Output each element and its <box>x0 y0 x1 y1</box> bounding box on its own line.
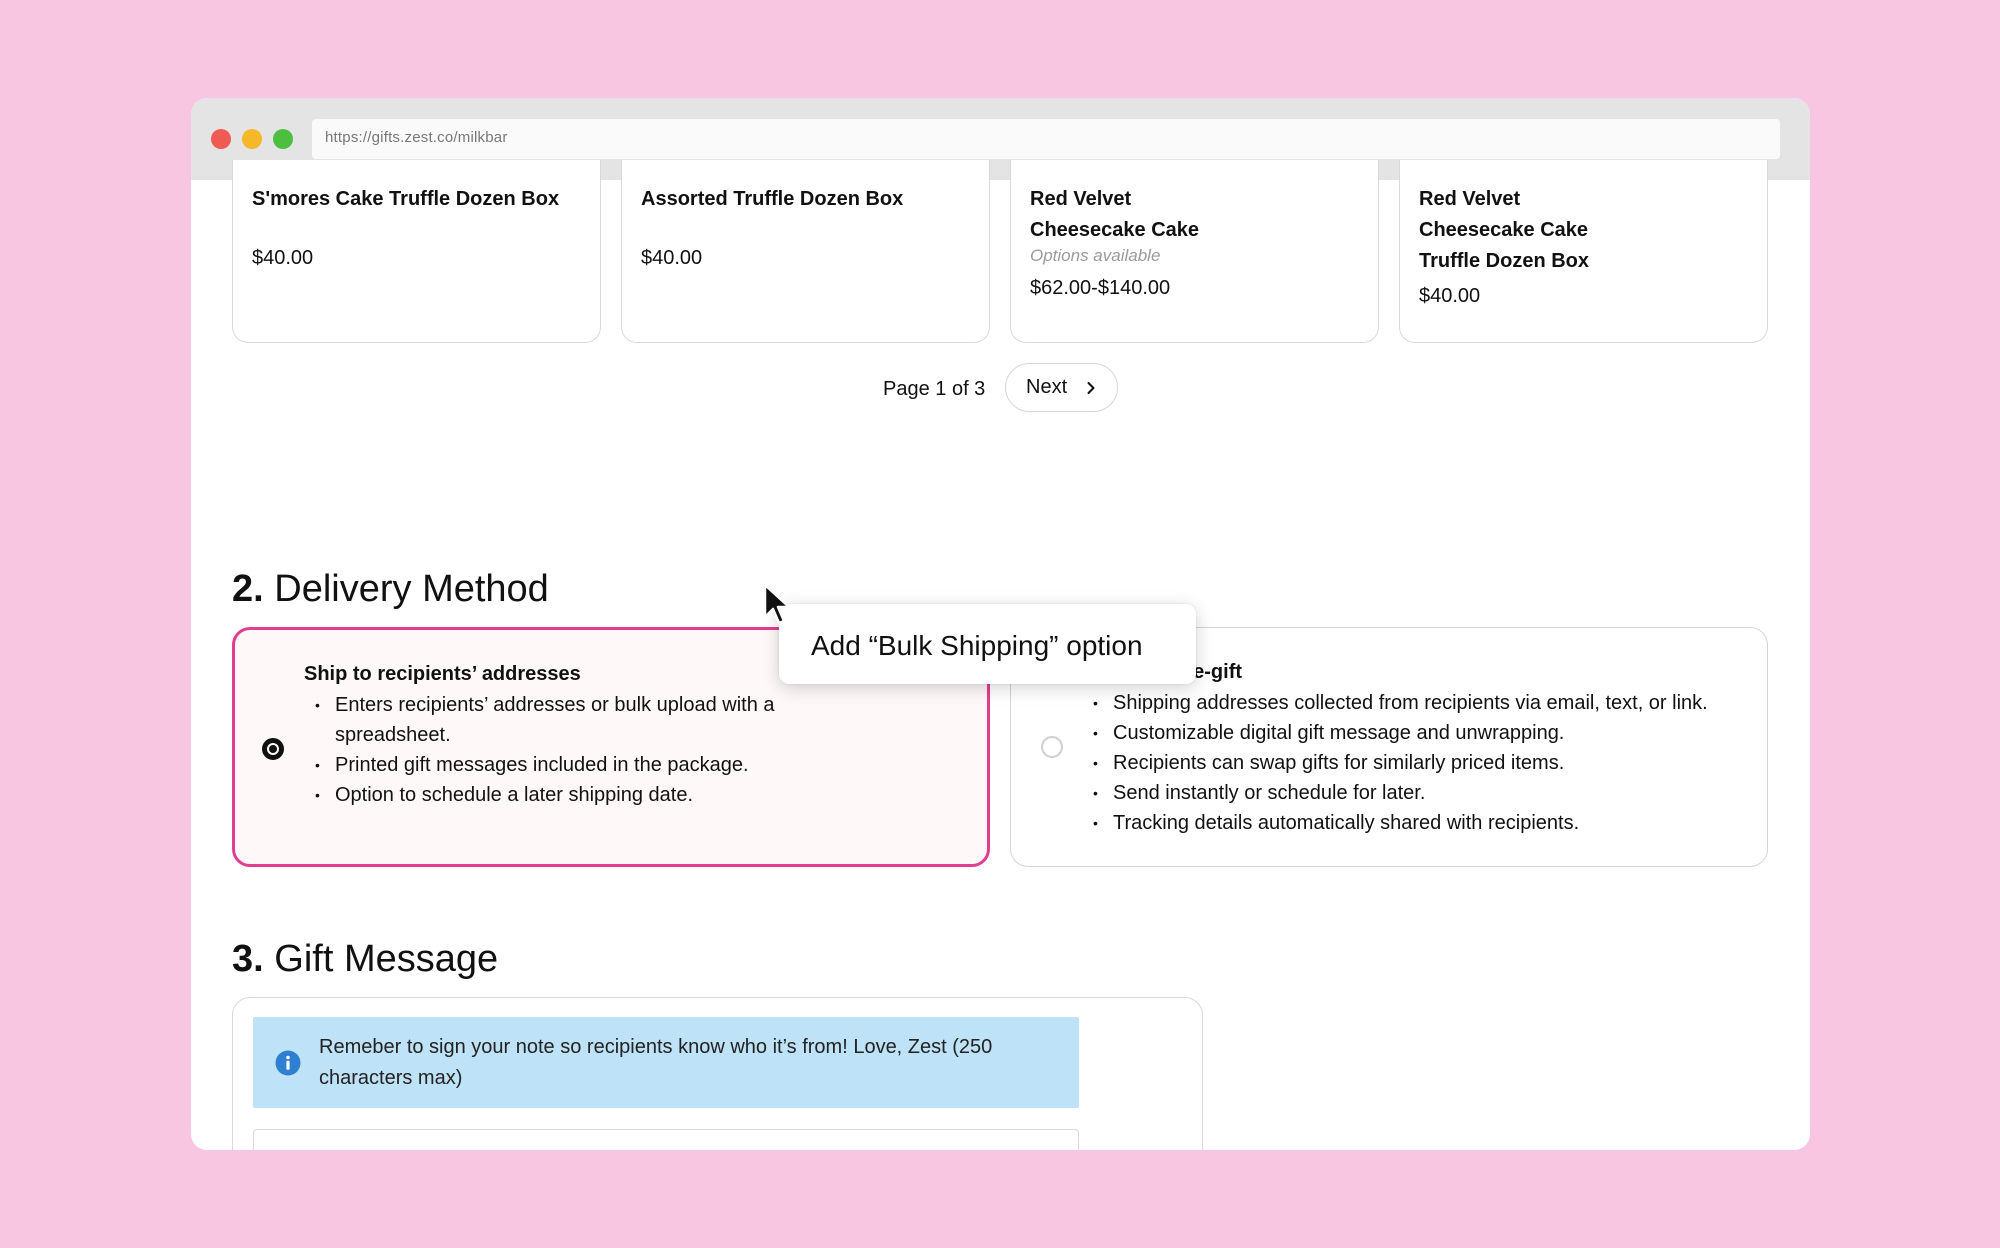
product-card[interactable]: Red Velvet Cheesecake Cake Options avail… <box>1010 160 1379 343</box>
info-banner-text: Remeber to sign your note so recipients … <box>319 1036 993 1089</box>
info-banner: Remeber to sign your note so recipients … <box>253 1017 1079 1108</box>
list-item: Customizable digital gift message and un… <box>1093 718 1753 748</box>
maximize-window-button[interactable] <box>273 129 293 149</box>
product-price: $62.00-$140.00 <box>1030 277 1171 299</box>
product-name: S'mores Cake Truffle Dozen Box <box>252 188 560 210</box>
list-item: Printed gift messages included in the pa… <box>315 750 845 780</box>
page-content: S'mores Cake Truffle Dozen Box $40.00 As… <box>191 160 1810 1150</box>
gift-message-heading: 3. Gift Message <box>232 938 498 981</box>
list-item: Option to schedule a later shipping date… <box>315 780 845 810</box>
list-item: Recipients can swap gifts for similarly … <box>1093 748 1753 778</box>
radio-selected[interactable] <box>262 738 284 760</box>
radio-unselected[interactable] <box>1041 736 1063 758</box>
list-item: Enters recipients’ addresses or bulk upl… <box>315 690 845 750</box>
close-window-button[interactable] <box>211 129 231 149</box>
product-name: Red Velvet Cheesecake Cake <box>1030 188 1200 241</box>
product-card[interactable]: S'mores Cake Truffle Dozen Box $40.00 <box>232 160 601 343</box>
product-price: $40.00 <box>1419 285 1481 307</box>
annotation-tooltip: Add “Bulk Shipping” option <box>779 604 1196 684</box>
product-card[interactable]: Red Velvet Cheesecake Cake Truffle Dozen… <box>1399 160 1768 343</box>
delivery-method-heading: 2. Delivery Method <box>232 568 549 611</box>
next-page-button[interactable]: Next <box>1005 363 1118 412</box>
address-bar[interactable]: https://gifts.zest.co/milkbar <box>312 119 1780 159</box>
browser-window: https://gifts.zest.co/milkbar S'mores Ca… <box>191 98 1810 1150</box>
info-icon <box>275 1050 301 1076</box>
section-number: 2. <box>232 568 264 610</box>
list-item: Send instantly or schedule for later. <box>1093 778 1753 808</box>
product-card[interactable]: Assorted Truffle Dozen Box $40.00 <box>621 160 990 343</box>
pagination-label: Page 1 of 3 <box>883 378 986 400</box>
minimize-window-button[interactable] <box>242 129 262 149</box>
gift-message-input[interactable] <box>253 1129 1079 1150</box>
product-options-note: Options available <box>1030 246 1161 265</box>
mouse-cursor-icon <box>763 583 791 625</box>
section-number: 3. <box>232 938 264 980</box>
option-title: Ship to recipients’ addresses <box>304 663 581 685</box>
list-item: Tracking details automatically shared wi… <box>1093 808 1753 838</box>
option-feature-list: Shipping addresses collected from recipi… <box>1093 688 1753 838</box>
chevron-right-icon <box>1087 381 1095 394</box>
next-page-label: Next <box>1026 376 1068 398</box>
product-price: $40.00 <box>252 247 314 269</box>
list-item: Shipping addresses collected from recipi… <box>1093 688 1753 718</box>
gift-message-card: Remeber to sign your note so recipients … <box>232 997 1203 1150</box>
option-feature-list: Enters recipients’ addresses or bulk upl… <box>315 690 845 810</box>
product-name: Assorted Truffle Dozen Box <box>641 188 904 210</box>
section-title: Gift Message <box>274 938 499 980</box>
product-name: Red Velvet Cheesecake Cake Truffle Dozen… <box>1419 188 1590 272</box>
section-title: Delivery Method <box>274 568 549 610</box>
product-price: $40.00 <box>641 247 703 269</box>
